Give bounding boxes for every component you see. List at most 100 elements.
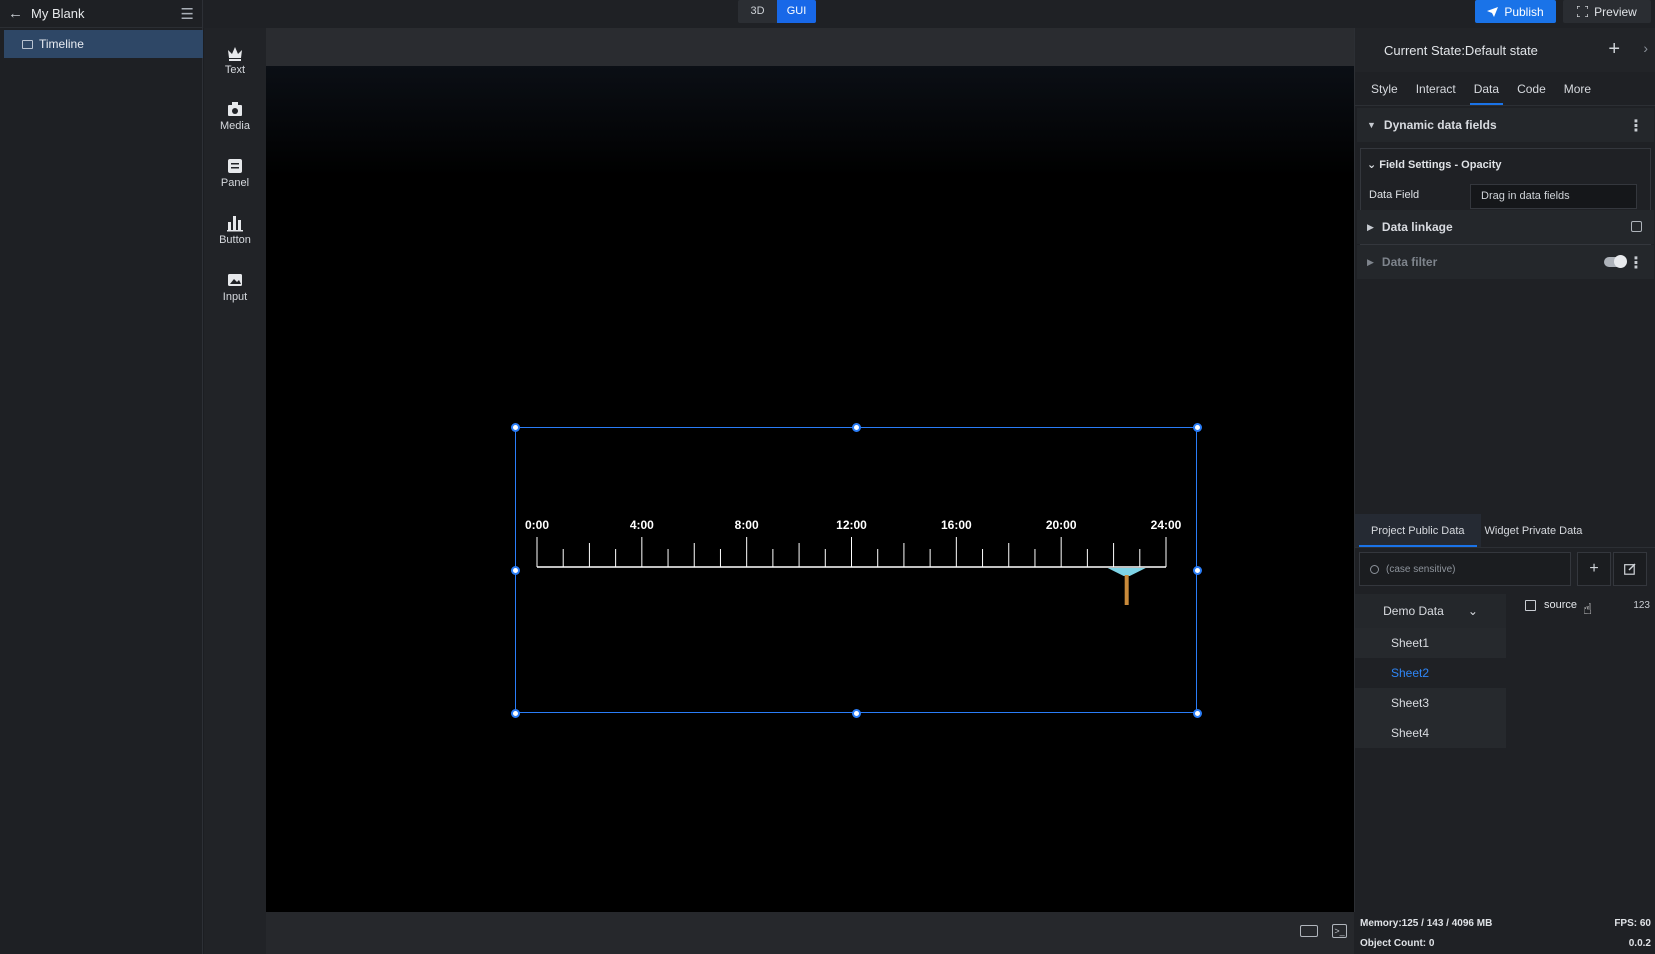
data-filter-section[interactable]: ▶ Data filter ⋮ [1357, 245, 1654, 279]
caret-right-icon: ▶ [1367, 221, 1374, 232]
status-bar: Memory:125 / 143 / 4096 MB FPS: 60 Objec… [1354, 912, 1655, 954]
dataset-name: Demo Data [1383, 604, 1444, 618]
fps-readout: FPS: 60 [1614, 918, 1651, 929]
tool-panel-label: Panel [220, 177, 250, 189]
chevron-down-icon: ⌄ [1467, 604, 1478, 618]
tool-media-label: Media [220, 120, 250, 132]
widget-toolbox: Text Media Panel Button Input [204, 28, 266, 954]
tool-media[interactable]: Media [204, 100, 266, 132]
dataset-select[interactable]: Demo Data ⌄ [1355, 594, 1506, 628]
resize-handle-bottom[interactable] [852, 709, 861, 718]
preview-label: Preview [1594, 4, 1637, 19]
tool-input[interactable]: Input [204, 271, 266, 303]
tab-widget-private-data[interactable]: Widget Private Data [1481, 514, 1599, 547]
sheet-item[interactable]: Sheet1 [1355, 628, 1506, 658]
button-icon [227, 216, 243, 232]
tool-button[interactable]: Button [204, 214, 266, 246]
tab-style[interactable]: Style [1371, 72, 1398, 105]
tab-more[interactable]: More [1564, 72, 1591, 105]
property-tabs: Style Interact Data Code More [1355, 72, 1655, 106]
canvas-footer [266, 912, 1354, 954]
pointer-cursor-icon: ☝ [1583, 601, 1593, 618]
tab-data[interactable]: Data [1469, 72, 1504, 105]
data-field-dropzone[interactable]: Drag in data fields [1470, 184, 1637, 209]
caret-down-icon: ▼ [1367, 120, 1376, 130]
publish-button[interactable]: Publish [1475, 0, 1556, 23]
tool-text[interactable]: Text [204, 44, 266, 76]
chevron-right-icon[interactable]: › [1643, 40, 1648, 56]
terminal-icon[interactable]: >_ [1332, 924, 1347, 938]
fullscreen-icon [1577, 6, 1589, 17]
layer-panel: ← My Blank ☰ [0, 0, 203, 954]
lock-icon[interactable] [1631, 221, 1642, 232]
publish-label: Publish [1504, 4, 1544, 19]
resize-handle-left[interactable] [511, 566, 520, 575]
tab-interact[interactable]: Interact [1416, 72, 1456, 105]
current-state-label: Current State:Default state [1384, 42, 1538, 58]
field-type: 123 [1633, 599, 1650, 611]
more-vertical-icon[interactable]: ⋮ [1628, 253, 1644, 273]
resize-handle-bottom-left[interactable] [511, 709, 520, 718]
resize-handle-right[interactable] [1193, 566, 1202, 575]
layer-item-timeline[interactable]: Timeline [4, 30, 203, 58]
sheet-item-selected[interactable]: Sheet2 [1355, 658, 1506, 688]
text-icon [228, 47, 242, 61]
plus-icon: + [1589, 560, 1599, 577]
properties-panel: Current State:Default state + › Style In… [1354, 28, 1655, 954]
sheet-item[interactable]: Sheet4 [1355, 718, 1506, 748]
data-linkage-section[interactable]: ▶ Data linkage [1357, 210, 1654, 244]
tab-code[interactable]: Code [1517, 72, 1546, 105]
edit-data-button[interactable] [1613, 552, 1647, 586]
add-state-icon[interactable]: + [1608, 38, 1620, 61]
preview-button[interactable]: Preview [1563, 0, 1651, 23]
keyboard-icon[interactable] [1300, 925, 1318, 937]
tab-project-public-data[interactable]: Project Public Data [1355, 514, 1481, 547]
sheet-item[interactable]: Sheet3 [1355, 688, 1506, 718]
field-settings-title[interactable]: ⌄ Field Settings - Opacity [1367, 158, 1502, 171]
input-icon [228, 274, 242, 286]
field-name: source [1544, 599, 1578, 611]
field-settings-title-text: Field Settings - Opacity [1379, 159, 1502, 171]
caret-right-icon: ▶ [1367, 256, 1374, 267]
send-icon [1487, 6, 1499, 17]
resize-handle-top-right[interactable] [1193, 423, 1202, 432]
data-search-input[interactable]: (case sensitive) [1359, 552, 1571, 586]
resize-handle-top[interactable] [852, 423, 861, 432]
object-count: Object Count: 0 [1360, 938, 1435, 949]
tool-button-label: Button [219, 234, 251, 246]
canvas-ruler-area [266, 28, 1354, 66]
version-label: 0.0.2 [1628, 938, 1651, 949]
project-title: My Blank [31, 6, 85, 21]
mode-gui-button[interactable]: GUI [777, 0, 816, 23]
edit-icon [1624, 563, 1636, 575]
dynamic-fields-section[interactable]: ▼ Dynamic data fields ⋮ [1357, 108, 1654, 142]
selection-box[interactable] [515, 427, 1197, 713]
more-vertical-icon[interactable]: ⋮ [1628, 116, 1644, 136]
data-source-tabs: Project Public Data Widget Private Data [1355, 514, 1655, 548]
sheet-list: Demo Data ⌄ Sheet1 Sheet2 Sheet3 Sheet4 [1355, 594, 1506, 748]
image-icon [22, 39, 33, 49]
media-icon [228, 102, 242, 116]
top-bar [0, 0, 1655, 28]
tool-input-label: Input [222, 291, 248, 303]
data-linkage-title: Data linkage [1381, 220, 1453, 234]
search-icon [1370, 564, 1379, 574]
data-filter-title: Data filter [1381, 255, 1438, 269]
field-checkbox[interactable] [1525, 599, 1536, 611]
data-filter-toggle[interactable] [1604, 255, 1627, 268]
mode-switch: 3D GUI [738, 0, 816, 23]
state-bar[interactable]: Current State:Default state + › [1355, 28, 1655, 72]
resize-handle-top-left[interactable] [511, 423, 520, 432]
tool-text-label: Text [224, 64, 246, 76]
back-arrow-icon[interactable]: ← [8, 5, 23, 22]
menu-icon[interactable]: ☰ [181, 5, 194, 23]
mode-3d-button[interactable]: 3D [738, 0, 777, 23]
tool-panel[interactable]: Panel [204, 157, 266, 189]
resize-handle-bottom-right[interactable] [1193, 709, 1202, 718]
layer-panel-header: ← My Blank ☰ [0, 0, 202, 28]
add-data-button[interactable]: + [1577, 552, 1611, 586]
layer-item-label: Timeline [39, 37, 84, 51]
search-placeholder: (case sensitive) [1386, 563, 1456, 575]
memory-readout: Memory:125 / 143 / 4096 MB [1360, 918, 1493, 929]
dynamic-fields-title: Dynamic data fields [1383, 118, 1497, 132]
